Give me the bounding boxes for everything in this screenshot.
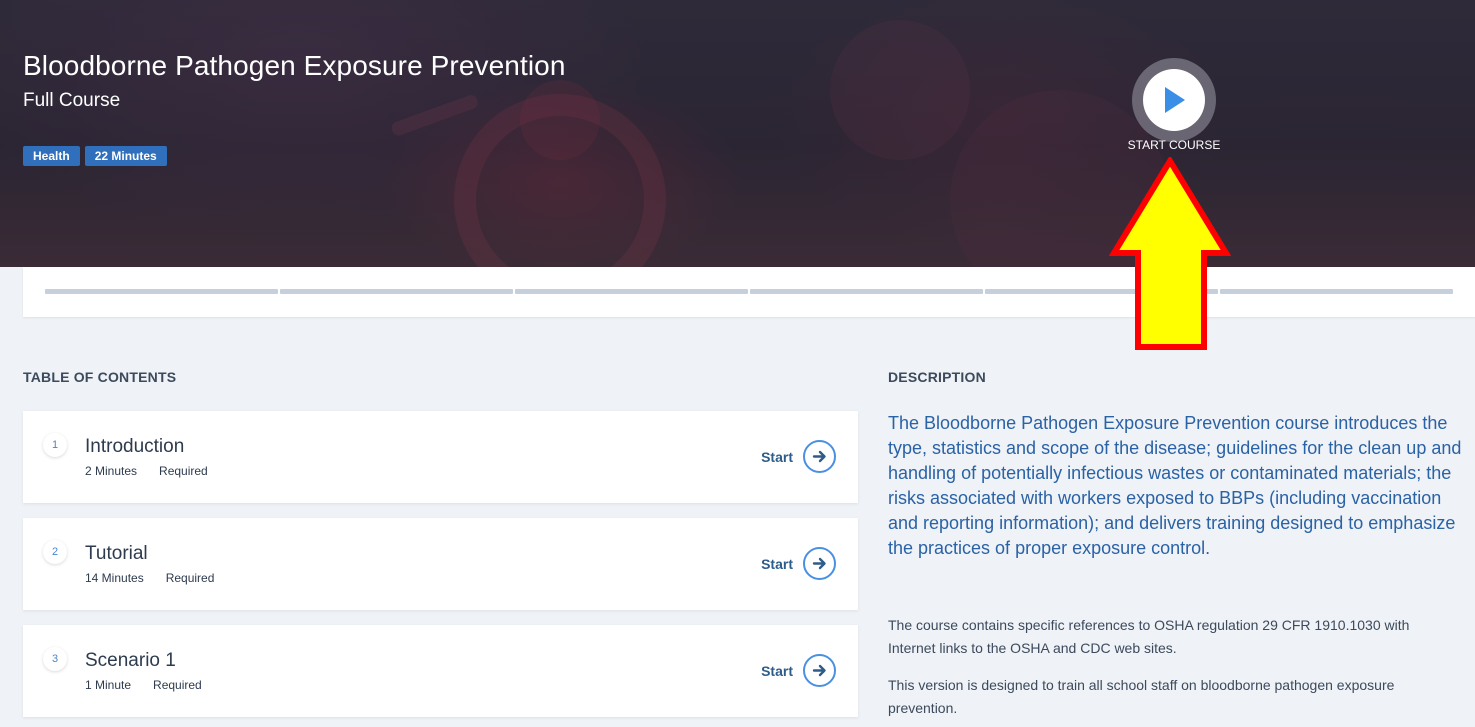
arrow-right-circle-icon[interactable] — [803, 440, 836, 473]
progress-segment — [45, 289, 278, 294]
progress-segment — [1220, 289, 1453, 294]
arrow-right-circle-icon[interactable] — [803, 547, 836, 580]
course-subtitle: Full Course — [23, 90, 121, 111]
course-progress-bar — [23, 267, 1475, 317]
toc-item-duration: 14 Minutes — [85, 571, 144, 585]
toc-start-button[interactable]: Start — [761, 547, 836, 580]
toc-item-number: 1 — [43, 433, 67, 457]
progress-segment — [515, 289, 748, 294]
start-course-label[interactable]: START COURSE — [1118, 138, 1230, 152]
toc-item-meta: 1 Minute Required — [85, 678, 202, 692]
toc-item-status: Required — [165, 571, 215, 585]
toc-item-number: 3 — [43, 647, 67, 671]
play-icon — [1165, 87, 1185, 113]
toc-item-scenario-1[interactable]: 3 Scenario 1 1 Minute Required Start — [23, 625, 858, 717]
toc-start-label[interactable]: Start — [761, 449, 793, 465]
toc-item-meta: 14 Minutes Required — [85, 571, 214, 585]
toc-start-button[interactable]: Start — [761, 654, 836, 687]
toc-start-label[interactable]: Start — [761, 556, 793, 572]
annotation-up-arrow — [1108, 157, 1232, 350]
start-course-button[interactable]: START COURSE — [1128, 58, 1220, 154]
arrow-right-icon — [812, 557, 826, 570]
toc-item-duration: 2 Minutes — [85, 464, 138, 478]
progress-segment — [750, 289, 983, 294]
toc-heading: TABLE OF CONTENTS — [23, 369, 177, 385]
toc-item-number: 2 — [43, 540, 67, 564]
arrow-right-icon — [812, 664, 826, 677]
tag-duration: 22 Minutes — [84, 146, 167, 166]
course-hero: Bloodborne Pathogen Exposure Prevention … — [0, 0, 1475, 267]
course-title: Bloodborne Pathogen Exposure Prevention — [23, 50, 566, 81]
toc-item-status: Required — [159, 464, 208, 478]
toc-item-meta: 2 Minutes Required — [85, 464, 208, 478]
course-tags: Health 22 Minutes — [23, 146, 167, 166]
description-heading: DESCRIPTION — [888, 369, 986, 385]
toc-item-title: Scenario 1 — [85, 650, 176, 671]
toc-item-title: Tutorial — [85, 543, 148, 564]
toc-item-tutorial[interactable]: 2 Tutorial 14 Minutes Required Start — [23, 518, 858, 610]
description-lead: The Bloodborne Pathogen Exposure Prevent… — [888, 413, 1462, 558]
progress-segment — [280, 289, 513, 294]
toc-start-button[interactable]: Start — [761, 440, 836, 473]
toc-item-duration: 1 Minute — [85, 678, 132, 692]
play-button[interactable] — [1143, 69, 1205, 131]
arrow-right-circle-icon[interactable] — [803, 654, 836, 687]
description-paragraph: This version is designed to train all sc… — [888, 677, 1395, 716]
toc-start-label[interactable]: Start — [761, 663, 793, 679]
hero-background-image — [391, 20, 1170, 267]
toc-item-status: Required — [153, 678, 202, 692]
toc-item-introduction[interactable]: 1 Introduction 2 Minutes Required Start — [23, 411, 858, 503]
progress-segments — [45, 289, 1453, 294]
tag-category: Health — [23, 146, 80, 166]
description-paragraph: The course contains specific references … — [888, 617, 1410, 656]
toc-item-title: Introduction — [85, 436, 185, 457]
arrow-right-icon — [812, 450, 826, 463]
